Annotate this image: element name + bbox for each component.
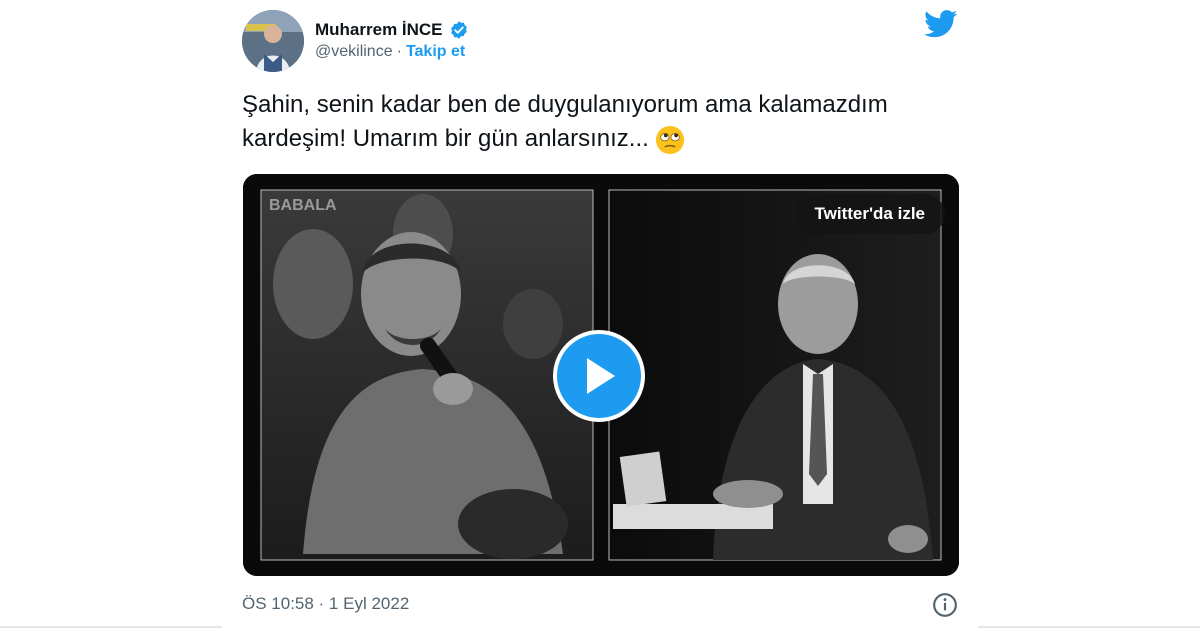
handle-row: @vekilince · Takip et [315, 43, 465, 61]
tweet-header: Muharrem İNCE @vekilince · Takip et [242, 10, 958, 72]
tweet-timestamp[interactable]: ÖS 10:58 · 1 Eyl 2022 [242, 594, 409, 614]
page-margin-right [978, 0, 1200, 628]
twitter-bird-icon[interactable] [924, 10, 958, 38]
left-panel [260, 189, 594, 561]
avatar[interactable] [242, 10, 304, 72]
tweet-card: Muharrem İNCE @vekilince · Takip et Şahi… [222, 0, 978, 628]
right-panel [608, 189, 942, 561]
author-row: Muharrem İNCE [315, 20, 469, 40]
page-margin-left [0, 0, 222, 628]
watch-on-twitter-button[interactable]: Twitter'da izle [794, 194, 945, 234]
video-player[interactable]: BABALA Twitter'da izle [243, 174, 959, 576]
author-handle[interactable]: @vekilince [315, 43, 393, 61]
info-icon[interactable] [932, 592, 958, 618]
play-button[interactable] [553, 330, 645, 422]
separator: · [396, 43, 402, 60]
video-watermark: BABALA [269, 197, 337, 214]
tweet-footer: ÖS 10:58 · 1 Eyl 2022 [242, 592, 958, 618]
tweet-text: Şahin, senin kadar ben de duygulanıyorum… [242, 88, 942, 156]
face-with-rolling-eyes-icon [655, 125, 684, 154]
play-icon [587, 358, 615, 394]
follow-button[interactable]: Takip et [406, 43, 465, 61]
tweet-body: Şahin, senin kadar ben de duygulanıyorum… [242, 91, 888, 152]
author-name[interactable]: Muharrem İNCE [315, 20, 443, 40]
verified-badge-icon [450, 21, 467, 39]
